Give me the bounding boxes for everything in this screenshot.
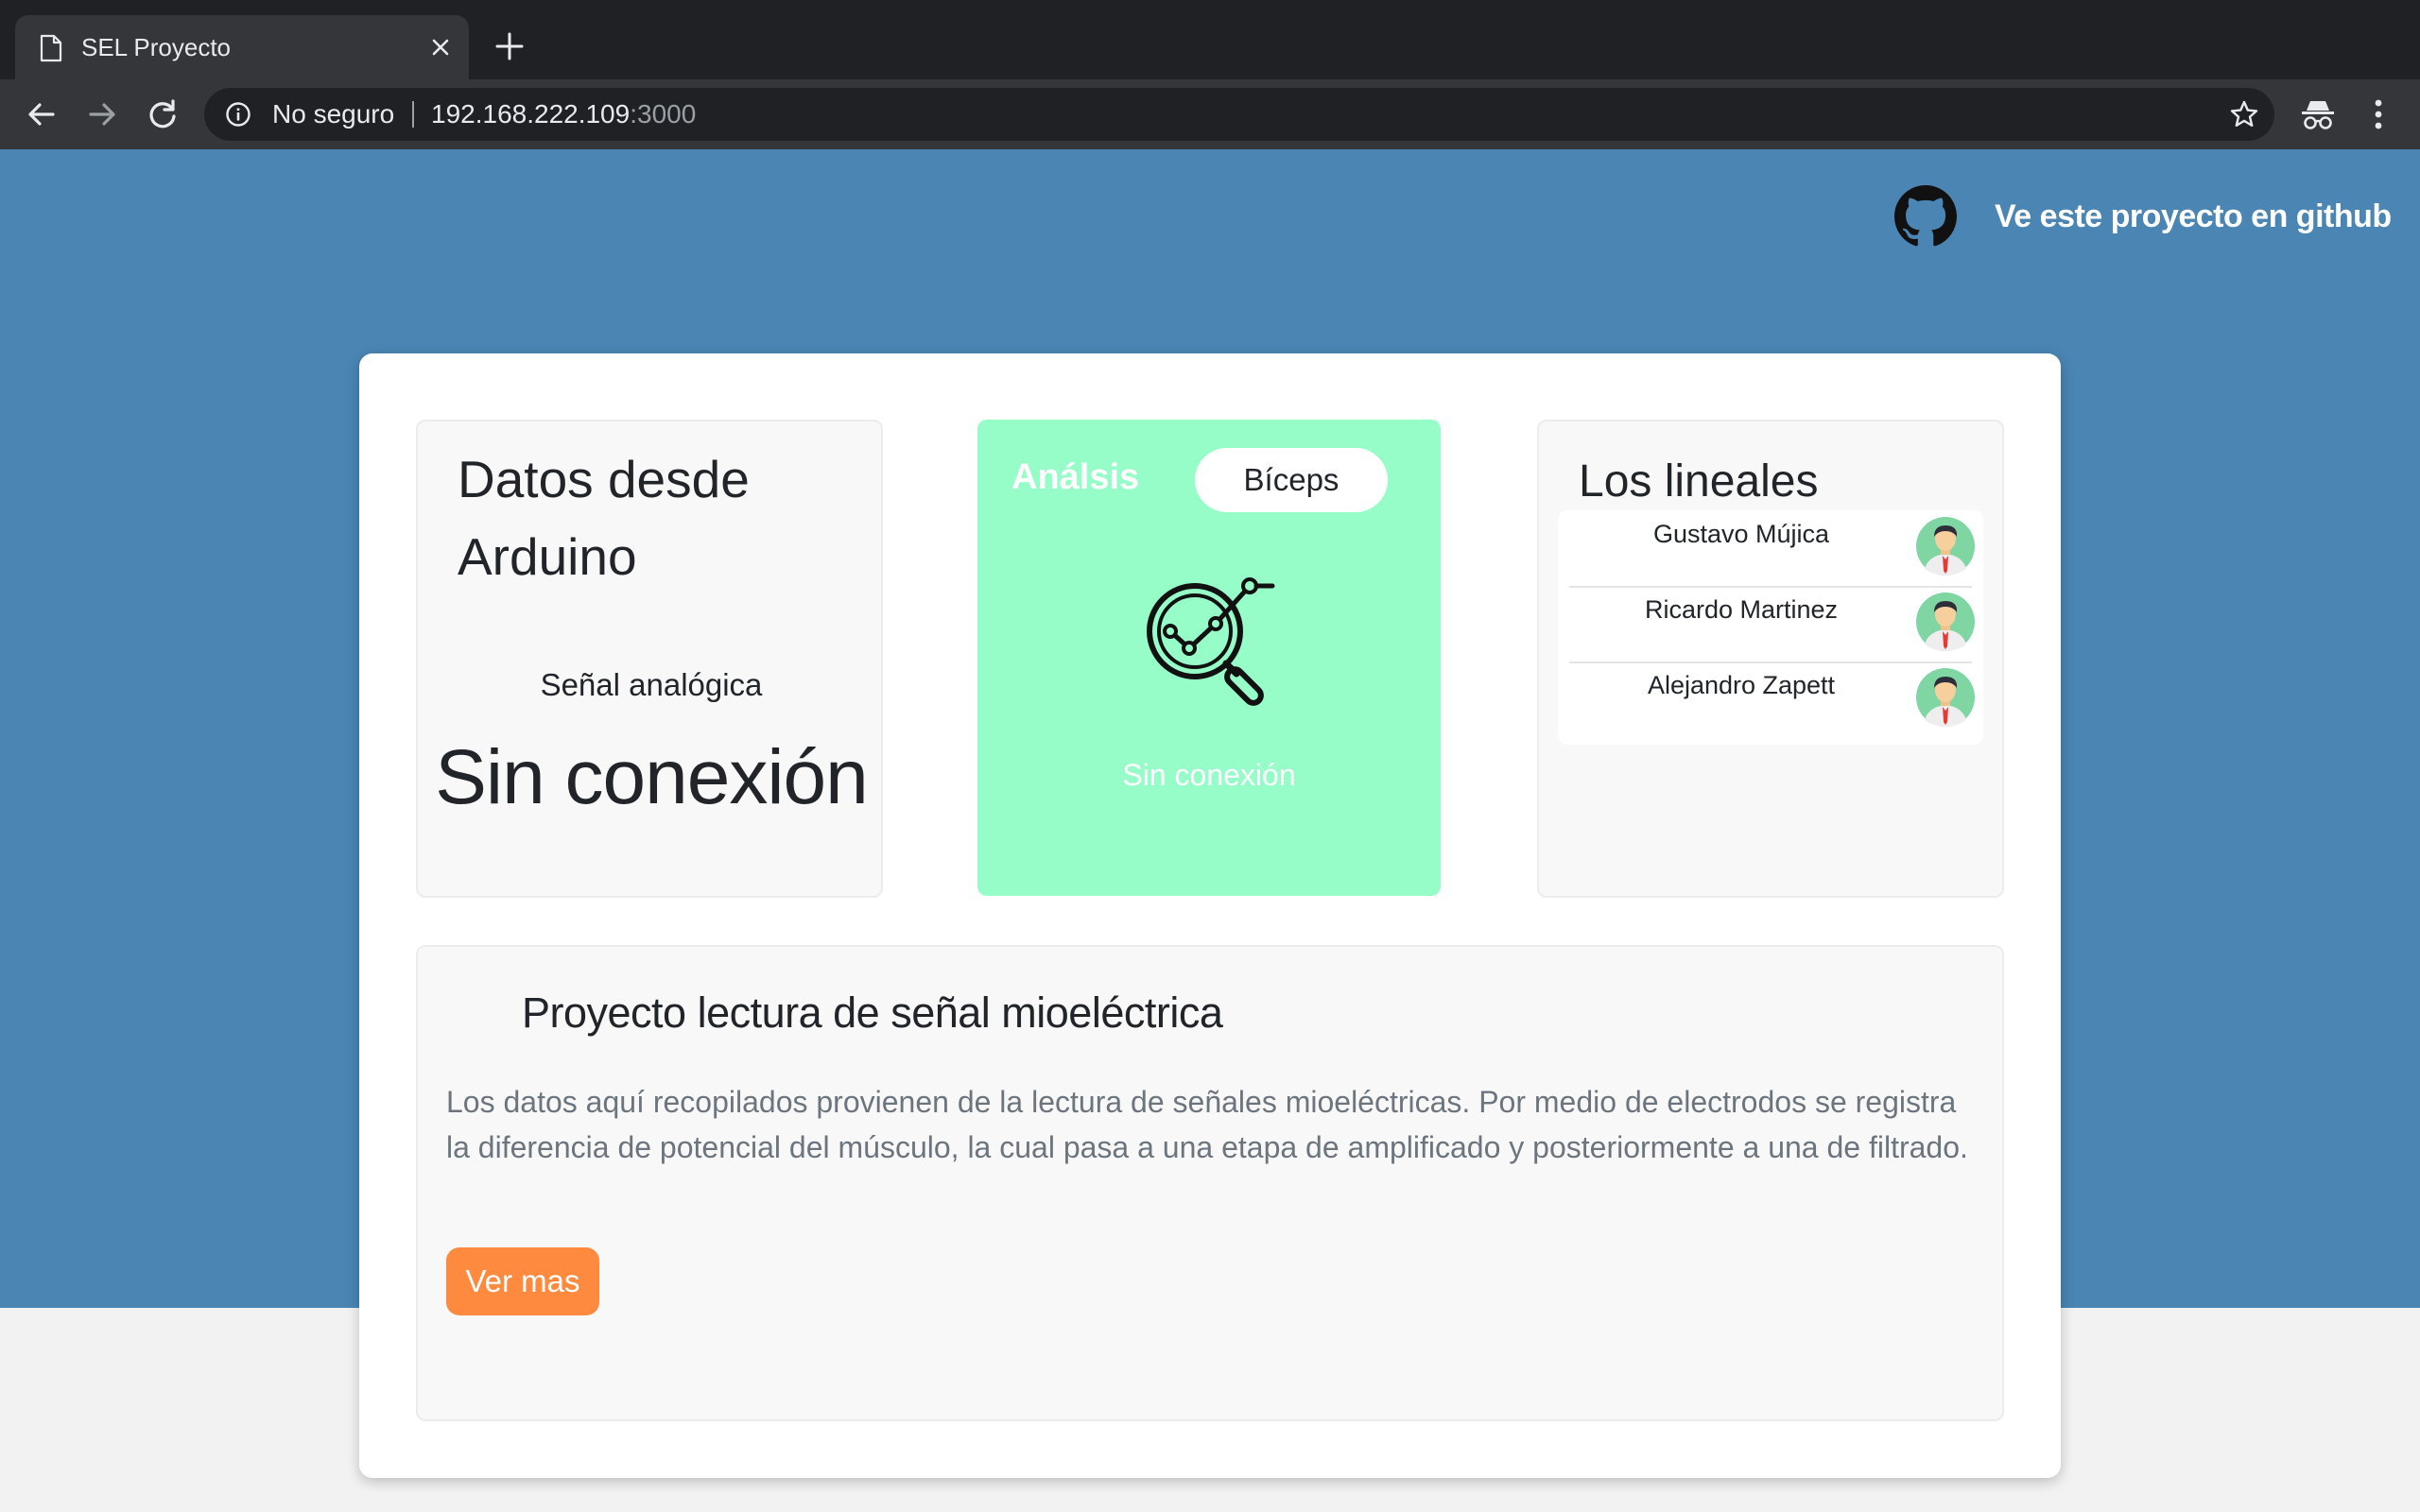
analysis-card: Análsis Bíceps Sin conexión [977, 420, 1441, 896]
signal-type-label: Señal analógica [540, 667, 763, 702]
team-member-item: Gustavo Mújica [1569, 510, 1975, 586]
project-description: Los datos aquí recopilados provienen de … [446, 1085, 1968, 1164]
analysis-label: Análsis [1011, 457, 1140, 497]
back-arrow-icon[interactable] [23, 95, 60, 133]
team-member-name: Alejandro Zapett [1647, 671, 1836, 699]
team-member-list: Gustavo Mújica Ricardo Martinez Alejandr… [1558, 510, 1983, 745]
project-title: Proyecto lectura de señal mioeléctrica [522, 988, 1223, 1037]
browser-tab[interactable]: SEL Proyecto [15, 15, 469, 79]
team-member-name: Ricardo Martinez [1644, 595, 1839, 624]
new-tab-icon[interactable] [493, 30, 526, 62]
address-separator [412, 101, 414, 128]
arduino-connection-status: Sin conexión [435, 734, 869, 820]
analysis-magnifier-icon [1147, 577, 1275, 706]
biceps-button[interactable]: Bíceps [1195, 448, 1388, 512]
main-card: Datos desde Arduino Señal analógica Sin … [359, 353, 2061, 1478]
github-icon [1894, 185, 1957, 247]
forward-arrow-icon[interactable] [83, 95, 121, 133]
team-member-name: Gustavo Mújica [1652, 520, 1830, 548]
document-icon [40, 34, 62, 62]
incognito-icon[interactable] [2299, 97, 2337, 131]
project-card: Proyecto lectura de señal mioeléctrica L… [416, 945, 2004, 1421]
arduino-card-title: Datos desde Arduino [458, 450, 750, 586]
url-port: :3000 [630, 99, 697, 129]
arduino-data-card: Datos desde Arduino Señal analógica Sin … [416, 420, 883, 898]
security-status[interactable]: No seguro [272, 88, 394, 141]
address-bar[interactable]: No seguro 192.168.222.109:3000 [204, 88, 2274, 141]
avatar-icon [1916, 668, 1975, 727]
browser-tab-strip: SEL Proyecto [0, 0, 2420, 79]
team-member-item: Alejandro Zapett [1569, 662, 1975, 737]
github-link-text: Ve este proyecto en github [1995, 198, 2392, 234]
avatar-icon [1916, 593, 1975, 651]
reload-icon[interactable] [144, 95, 182, 133]
team-card: Los lineales Gustavo Mújica Ricardo Mart… [1537, 420, 2004, 898]
analysis-connection-status: Sin conexión [1122, 758, 1296, 792]
menu-kebab-icon[interactable] [2363, 95, 2394, 133]
tab-title: SEL Proyecto [81, 33, 232, 61]
url-text[interactable]: 192.168.222.109:3000 [431, 88, 696, 141]
close-tab-icon[interactable] [425, 32, 456, 62]
info-icon[interactable] [225, 101, 251, 128]
url-host: 192.168.222.109 [431, 99, 631, 129]
avatar-icon [1916, 517, 1975, 576]
ver-mas-button[interactable]: Ver mas [446, 1247, 599, 1315]
team-member-item: Ricardo Martinez [1569, 586, 1975, 662]
bookmark-star-icon[interactable] [2229, 99, 2259, 129]
github-link[interactable]: Ve este proyecto en github [1894, 183, 2392, 249]
browser-toolbar: No seguro 192.168.222.109:3000 [0, 79, 2420, 149]
team-title: Los lineales [1579, 456, 1819, 507]
